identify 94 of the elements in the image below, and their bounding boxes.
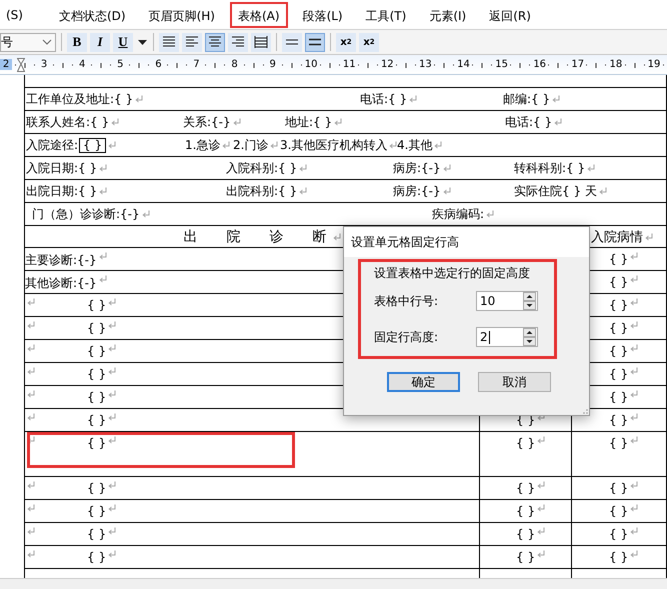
table-cell: 其他诊断:{-} xyxy=(25,275,97,292)
ruler-number: 4 xyxy=(78,59,86,70)
form-field-label: 入院途径: xyxy=(26,136,78,154)
form-field-label: 电话:{ } xyxy=(505,114,552,130)
table-cell: { } xyxy=(609,413,628,427)
table-cell: { } xyxy=(516,436,536,450)
menu-item[interactable]: (S) xyxy=(0,2,31,28)
table-cell: { } xyxy=(516,527,536,541)
form-field-label: 联系人姓名:{ } xyxy=(26,114,110,130)
dialog-title: 设置单元格固定行高 xyxy=(351,234,459,250)
table-cell: { } xyxy=(516,550,536,564)
ruler-number: 5 xyxy=(116,59,124,70)
ruler-number: 3 xyxy=(40,59,48,70)
font-size-dropdown[interactable]: 号 xyxy=(0,32,56,52)
table-cell: { } xyxy=(87,527,106,541)
ruler-number: 14 xyxy=(457,59,470,70)
form-field-label: 实际住院{ } 天 xyxy=(514,182,597,200)
ok-button[interactable]: 确定 xyxy=(387,372,460,392)
table-cell: { } xyxy=(87,436,106,450)
menu-item[interactable]: 页眉页脚(H) xyxy=(140,2,223,28)
bold-button[interactable]: B xyxy=(67,32,87,52)
form-field-label: 4.其他 xyxy=(397,136,432,154)
form-field-label: 2.门诊 xyxy=(233,136,268,154)
table-cell: { } xyxy=(609,252,628,266)
table-cell: { } xyxy=(609,367,628,381)
ruler-number: 9 xyxy=(268,59,277,70)
form-field-label: 工作单位及地址:{ } xyxy=(26,90,134,108)
ruler-number: 15 xyxy=(495,59,508,70)
form-field-label: 电话:{ } xyxy=(360,90,408,108)
ruler-number: 19 xyxy=(648,59,660,70)
menu-item[interactable]: 返回(R) xyxy=(481,2,539,28)
table-cell: { } xyxy=(87,344,106,358)
table-cell: { } xyxy=(609,527,628,541)
form-field-label: 出院日期:{ } xyxy=(26,182,98,200)
table-cell: { } xyxy=(609,550,628,564)
form-field-label: 转科科别:{ } xyxy=(514,160,586,176)
form-field-label: 疾病编码: xyxy=(432,206,484,222)
table-cell: { } xyxy=(609,321,628,335)
table-cell: { } xyxy=(87,413,106,427)
table-cell: { } xyxy=(87,321,106,335)
number-field[interactable]: 10 xyxy=(476,291,538,311)
table-cell: { } xyxy=(609,275,628,289)
table-cell: { } xyxy=(516,504,536,518)
cancel-button[interactable]: 取消 xyxy=(478,372,551,392)
ruler-number: 8 xyxy=(230,59,239,70)
table-cell: 主要诊断:{-} xyxy=(25,252,97,269)
ruler-number: 6 xyxy=(154,59,163,70)
form-field-label: 1.急诊 xyxy=(185,136,220,154)
table-cell: { } xyxy=(609,390,628,404)
table-cell: { } xyxy=(87,481,106,495)
field-label: 固定行高度: xyxy=(374,328,440,346)
form-field-label: 门（急）诊诊断:{-} xyxy=(32,206,140,222)
menu-item[interactable]: 表格(A) xyxy=(230,2,288,28)
table-cell: { } xyxy=(87,504,106,518)
ruler-number: 18 xyxy=(610,59,622,70)
italic-button[interactable]: I xyxy=(90,32,110,52)
form-field-label: 邮编:{ } xyxy=(503,90,550,108)
group-title: 设置表格中选定行的固定高度 xyxy=(374,265,531,282)
table-cell: { } xyxy=(609,436,628,450)
form-field-label: 关系:{-} xyxy=(183,114,231,130)
table-cell: { } xyxy=(87,550,106,564)
underline-button[interactable]: U xyxy=(113,32,133,52)
field-label: 表格中行号: xyxy=(374,292,440,310)
table-cell: { } xyxy=(87,298,106,312)
ruler-number: 17 xyxy=(571,59,584,70)
menu-item[interactable]: 段落(L) xyxy=(294,2,351,28)
column-header: 入院病情 xyxy=(591,228,643,246)
form-field-label: 入院日期:{ } xyxy=(26,160,98,176)
table-cell: { } xyxy=(87,390,106,404)
table-cell: { } xyxy=(609,298,628,312)
form-field-label: 地址:{ } xyxy=(285,114,332,130)
ruler-number: 7 xyxy=(192,59,201,70)
input-field[interactable]: { } xyxy=(79,138,106,152)
table-cell: { } xyxy=(609,481,628,495)
ruler-number: 11 xyxy=(342,59,355,70)
section-heading: 出院诊断 xyxy=(184,228,328,244)
ruler-number: 13 xyxy=(419,59,432,70)
table-cell: { } xyxy=(516,481,536,495)
form-field-label: 病房:{-} xyxy=(393,182,441,200)
menu-item[interactable]: 文档状态(D) xyxy=(50,2,134,28)
ruler-number: 12 xyxy=(380,59,393,70)
table-cell: { } xyxy=(609,344,628,358)
menu-item[interactable]: 元素(I) xyxy=(421,2,474,28)
form-field-label: 入院科别:{ } xyxy=(226,160,298,176)
form-field-label: 出院科别:{ } xyxy=(226,182,298,200)
menu-item[interactable]: 工具(T) xyxy=(358,2,414,28)
ruler-number: 16 xyxy=(533,59,546,70)
form-field-label: 3.其他医疗机构转入 xyxy=(280,136,388,154)
form-field-label: 病房:{-} xyxy=(393,160,441,176)
ruler-number: 2 xyxy=(0,59,12,70)
number-field[interactable]: 2 xyxy=(476,327,538,347)
ruler-number: 10 xyxy=(304,59,317,70)
table-cell: { } xyxy=(87,367,106,381)
table-cell: { } xyxy=(609,504,628,518)
